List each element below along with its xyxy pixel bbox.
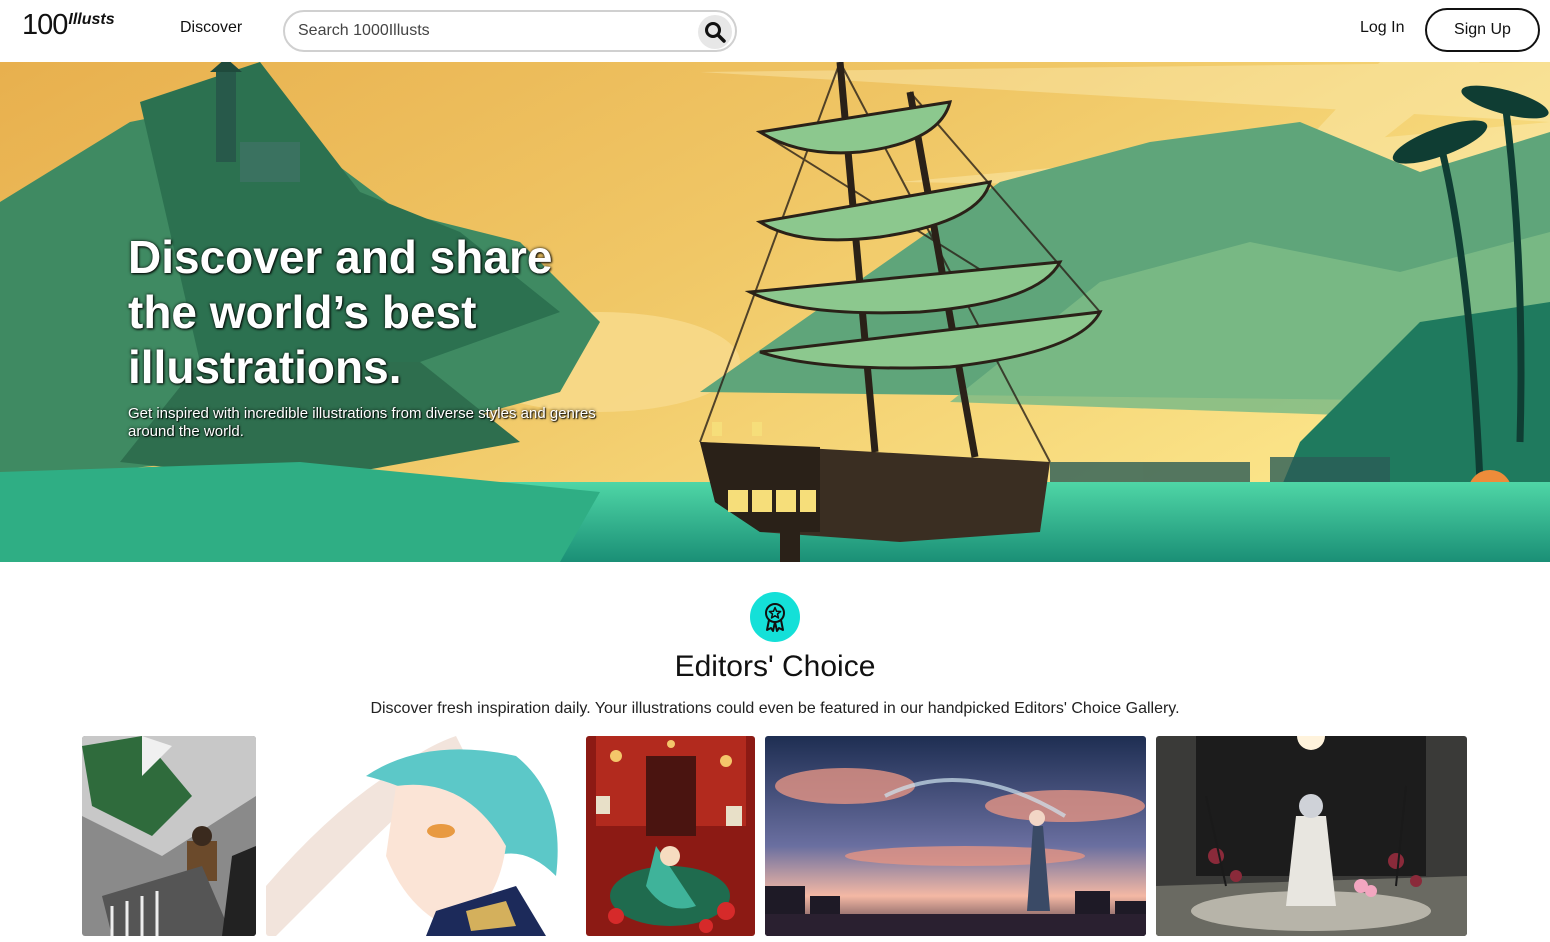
editors-choice-title: Editors' Choice: [674, 650, 876, 683]
gallery-item[interactable]: [82, 736, 256, 936]
editors-choice-description: Discover fresh inspiration daily. Your i…: [370, 700, 1180, 717]
gallery-item[interactable]: [266, 736, 576, 936]
logo-word: Illusts: [68, 11, 115, 28]
login-link[interactable]: Log In: [1360, 19, 1404, 37]
search-button[interactable]: [698, 15, 732, 49]
hero-banner: Discover and share the world’s best illu…: [0, 62, 1550, 562]
award-badge: [750, 592, 800, 642]
top-navbar: 100 Illusts Discover Log In Sign Up: [0, 0, 1550, 62]
hero-subtitle: Get inspired with incredible illustratio…: [128, 405, 596, 440]
logo-number: 100: [22, 9, 68, 41]
nav-discover-link[interactable]: Discover: [180, 19, 242, 37]
gallery-item[interactable]: [765, 736, 1146, 936]
hero-title: Discover and share the world’s best illu…: [128, 231, 553, 393]
search-icon: [705, 22, 726, 43]
search-bar: [283, 10, 737, 52]
gallery-item[interactable]: [586, 736, 755, 936]
award-ribbon-icon: [765, 603, 785, 632]
signup-button[interactable]: Sign Up: [1425, 8, 1540, 52]
gallery-item[interactable]: [1156, 736, 1467, 936]
site-logo[interactable]: 100 Illusts: [22, 10, 115, 40]
search-input[interactable]: [285, 13, 685, 49]
